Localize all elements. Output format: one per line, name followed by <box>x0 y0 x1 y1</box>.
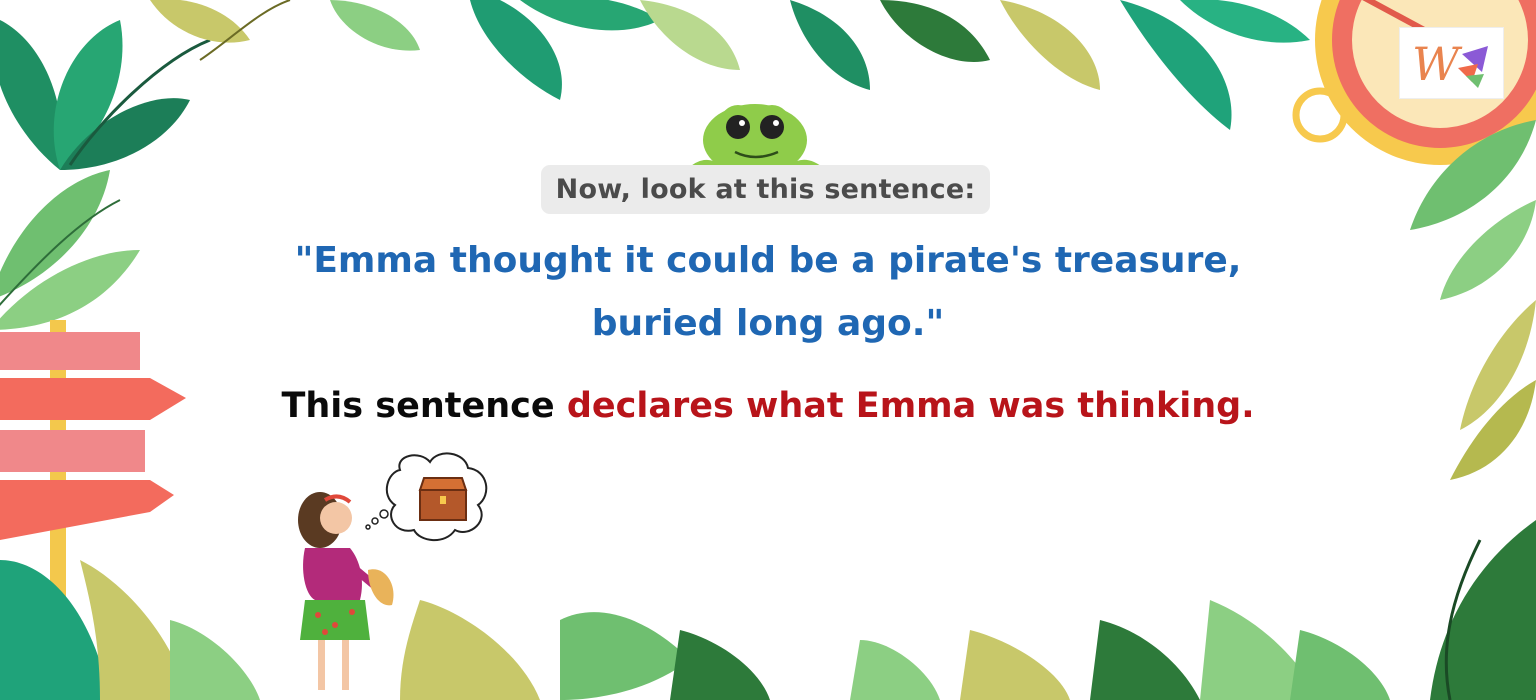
w-logo-icon: W <box>1412 37 1488 91</box>
slide: W Now, look at this sentence: "Emma thou… <box>0 0 1536 700</box>
quote-line-1: "Emma thought it could be a pirate's tre… <box>294 240 1242 281</box>
logo: W <box>1399 27 1504 99</box>
statement-lead: This sentence <box>281 386 567 426</box>
statement-highlight: declares what Emma was thinking. <box>566 386 1255 426</box>
quote-line-2: buried long ago." <box>591 303 945 344</box>
signpost-icon <box>0 320 186 600</box>
prompt-pill: Now, look at this sentence: <box>541 165 990 214</box>
treasure-chest-icon <box>365 452 488 542</box>
jungle-decoration <box>0 0 1536 700</box>
leaf-cluster-bottom <box>0 560 1390 700</box>
leaf-cluster-right <box>1410 120 1536 700</box>
girl-illustration <box>298 492 394 690</box>
svg-text:W: W <box>1412 37 1463 91</box>
statement: This sentence declares what Emma was thi… <box>180 386 1356 426</box>
prompt-text: Now, look at this sentence: <box>555 174 976 205</box>
leaf-cluster-top <box>330 0 1310 130</box>
